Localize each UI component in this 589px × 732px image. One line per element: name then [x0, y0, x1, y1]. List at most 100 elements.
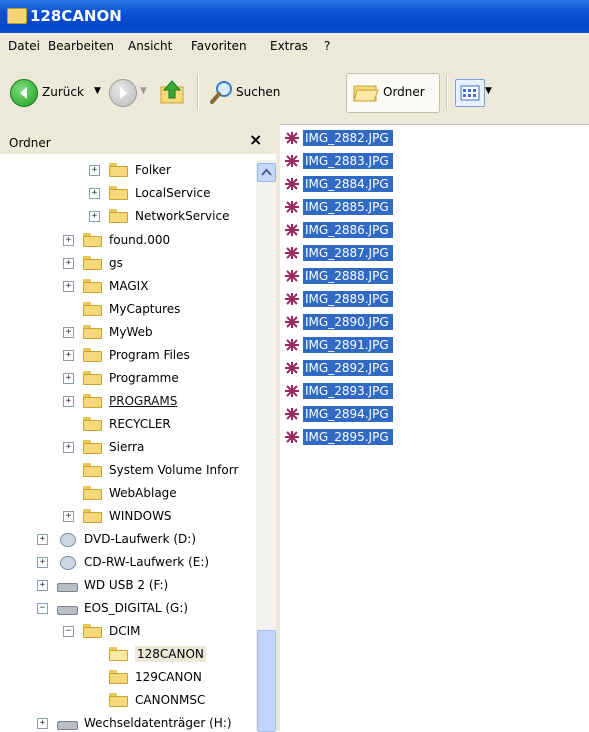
- file-item[interactable]: IMG_2892.JPG: [283, 358, 393, 378]
- tree-item[interactable]: + gs: [63, 252, 123, 274]
- search-button[interactable]: Suchen: [236, 85, 280, 99]
- folder-icon: [109, 163, 128, 177]
- back-arrow-icon[interactable]: [10, 79, 38, 107]
- menu-extras[interactable]: Extras: [270, 39, 308, 53]
- tree-item-label: NetworkService: [135, 209, 230, 223]
- tree-item-label: MyWeb: [109, 325, 153, 339]
- tree-item[interactable]: + MAGIX: [63, 275, 148, 297]
- forward-dropdown-icon[interactable]: ▼: [140, 86, 147, 96]
- file-name: IMG_2889.JPG: [303, 291, 393, 307]
- expand-icon[interactable]: +: [37, 533, 48, 545]
- file-item[interactable]: IMG_2890.JPG: [283, 312, 393, 332]
- views-icon[interactable]: [455, 79, 485, 107]
- expand-icon[interactable]: +: [37, 717, 48, 729]
- tree-item[interactable]: RECYCLER: [63, 413, 171, 435]
- expand-icon[interactable]: +: [63, 349, 74, 361]
- collapse-icon[interactable]: −: [37, 602, 48, 614]
- expand-icon[interactable]: +: [63, 510, 74, 522]
- title-bar[interactable]: 128CANON: [0, 0, 589, 33]
- menu-bearbeiten[interactable]: Bearbeiten: [48, 39, 114, 53]
- pane-divider[interactable]: [276, 124, 280, 731]
- tree-item[interactable]: + Sierra: [63, 436, 144, 458]
- tree-item[interactable]: + found.000: [63, 229, 170, 251]
- tree-item[interactable]: + Programme: [63, 367, 179, 389]
- tree-item-label: Program Files: [109, 348, 190, 362]
- file-item[interactable]: IMG_2895.JPG: [283, 427, 393, 447]
- expand-icon[interactable]: +: [63, 441, 74, 453]
- tree-item[interactable]: MyCaptures: [63, 298, 180, 320]
- removable-drive-icon: [57, 578, 78, 592]
- tree-item[interactable]: + WD USB 2 (F:): [37, 574, 168, 596]
- forward-arrow-icon[interactable]: [109, 79, 137, 107]
- jpg-file-icon: [283, 269, 301, 283]
- tree-item[interactable]: + NetworkService: [89, 205, 229, 227]
- expand-icon[interactable]: +: [89, 210, 100, 222]
- file-item[interactable]: IMG_2891.JPG: [283, 335, 393, 355]
- expand-icon[interactable]: +: [63, 326, 74, 338]
- menu-favoriten[interactable]: Favoriten: [191, 39, 247, 53]
- tree-item[interactable]: + Program Files: [63, 344, 190, 366]
- file-item[interactable]: IMG_2889.JPG: [283, 289, 393, 309]
- expand-icon[interactable]: +: [63, 234, 74, 246]
- expand-icon[interactable]: +: [63, 257, 74, 269]
- expand-icon[interactable]: +: [37, 556, 48, 568]
- expand-icon[interactable]: +: [37, 579, 48, 591]
- close-pane-icon[interactable]: ×: [249, 130, 262, 149]
- tree-item[interactable]: + DVD-Laufwerk (D:): [37, 528, 196, 550]
- collapse-icon[interactable]: −: [63, 625, 74, 637]
- jpg-file-icon: [283, 361, 301, 375]
- tree-item[interactable]: System Volume Inforr: [63, 459, 238, 481]
- tree-item[interactable]: + MyWeb: [63, 321, 153, 343]
- tree-item[interactable]: + PROGRAMS: [63, 390, 177, 412]
- tree-item[interactable]: 129CANON: [89, 666, 202, 688]
- back-button[interactable]: Zurück: [42, 85, 84, 99]
- expand-icon[interactable]: +: [89, 164, 100, 176]
- tree-item[interactable]: WebAblage: [63, 482, 177, 504]
- menu-datei[interactable]: Datei: [8, 39, 40, 53]
- folders-pane-header: Ordner ×: [0, 124, 276, 154]
- tree-scrollbar[interactable]: [256, 160, 276, 732]
- tree-item[interactable]: CANONMSC: [89, 689, 205, 711]
- back-dropdown-icon[interactable]: ▼: [94, 86, 101, 96]
- file-item[interactable]: IMG_2882.JPG: [283, 128, 393, 148]
- folder-icon: [83, 486, 102, 500]
- jpg-file-icon: [283, 430, 301, 444]
- tree-item[interactable]: − DCIM: [63, 620, 141, 642]
- tree-item[interactable]: + Folker: [89, 159, 171, 181]
- tree-item-label: DCIM: [109, 624, 141, 638]
- file-name: IMG_2893.JPG: [303, 383, 393, 399]
- file-item[interactable]: IMG_2888.JPG: [283, 266, 393, 286]
- file-name: IMG_2895.JPG: [303, 429, 393, 445]
- file-item[interactable]: IMG_2894.JPG: [283, 404, 393, 424]
- file-item[interactable]: IMG_2885.JPG: [283, 197, 393, 217]
- expand-icon[interactable]: +: [63, 372, 74, 384]
- search-icon[interactable]: [208, 78, 236, 106]
- menu-help[interactable]: ?: [324, 39, 330, 53]
- tree-item[interactable]: + Wechseldatenträger (H:): [37, 712, 232, 731]
- tree-item[interactable]: + WINDOWS: [63, 505, 172, 527]
- scroll-up-icon[interactable]: [257, 163, 276, 182]
- views-dropdown-icon[interactable]: ▼: [485, 86, 492, 96]
- tree-item-label: Folker: [135, 163, 171, 177]
- jpg-file-icon: [283, 177, 301, 191]
- folders-button[interactable]: Ordner: [346, 73, 440, 113]
- file-item[interactable]: IMG_2884.JPG: [283, 174, 393, 194]
- expand-icon[interactable]: +: [63, 395, 74, 407]
- folder-icon: [83, 348, 102, 362]
- tree-item[interactable]: + LocalService: [89, 182, 210, 204]
- up-folder-icon[interactable]: [158, 78, 188, 106]
- tree-item[interactable]: − EOS_DIGITAL (G:): [37, 597, 188, 619]
- file-item[interactable]: IMG_2886.JPG: [283, 220, 393, 240]
- tree-item-label: MAGIX: [109, 279, 149, 293]
- file-item[interactable]: IMG_2893.JPG: [283, 381, 393, 401]
- tree-item-selected[interactable]: 128CANON: [89, 643, 206, 665]
- file-item[interactable]: IMG_2887.JPG: [283, 243, 393, 263]
- folder-tree: + Folker + LocalService + NetworkService + f…: [0, 154, 255, 731]
- menu-ansicht[interactable]: Ansicht: [128, 39, 172, 53]
- expand-icon[interactable]: +: [63, 280, 74, 292]
- tree-item[interactable]: + CD-RW-Laufwerk (E:): [37, 551, 209, 573]
- tree-item-label: found.000: [109, 233, 171, 247]
- expand-icon[interactable]: +: [89, 187, 100, 199]
- scroll-thumb[interactable]: [257, 630, 276, 732]
- file-item[interactable]: IMG_2883.JPG: [283, 151, 393, 171]
